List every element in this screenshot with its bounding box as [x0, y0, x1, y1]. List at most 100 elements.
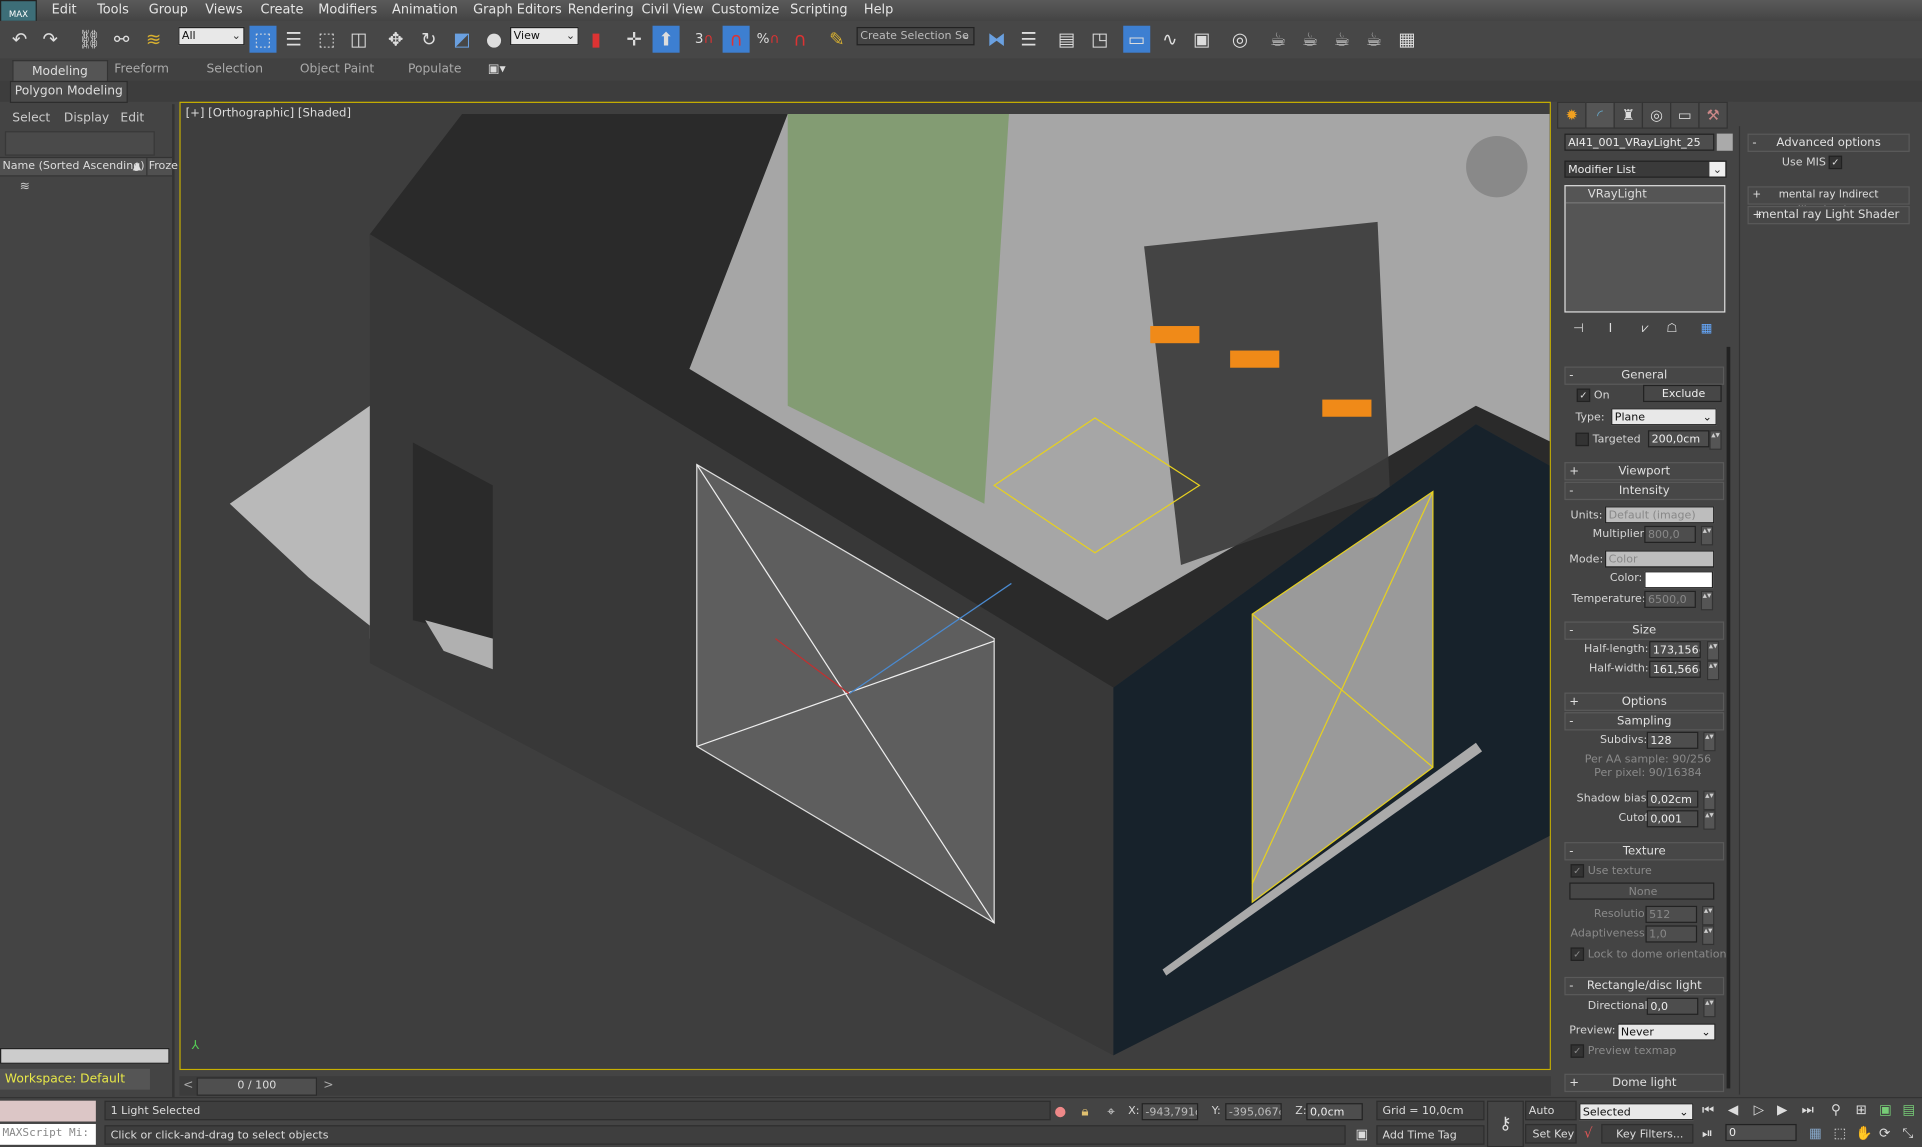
- cutoff-field[interactable]: 0,001: [1646, 810, 1699, 828]
- explorer-search-input[interactable]: [4, 131, 155, 156]
- menu-graph-editors[interactable]: Graph Editors: [473, 2, 562, 17]
- mirror-icon[interactable]: ⧓: [983, 26, 1010, 53]
- layer-stack-icon[interactable]: ≋: [20, 180, 30, 193]
- app-logo[interactable]: MAX: [0, 0, 37, 23]
- material-editor-icon[interactable]: ◎: [1226, 26, 1253, 53]
- ribbon-tab-freeform[interactable]: Freeform: [114, 63, 169, 76]
- toggle-ribbon-icon[interactable]: ▭: [1123, 25, 1151, 53]
- move-icon[interactable]: ✥: [382, 26, 409, 53]
- select-by-name-icon[interactable]: ☰: [280, 26, 307, 53]
- use-mis-checkbox[interactable]: ✓: [1828, 155, 1843, 170]
- undo-icon[interactable]: ↶: [6, 26, 33, 53]
- stack-item-vraylight[interactable]: VRayLight: [1565, 186, 1725, 204]
- menu-civil-view[interactable]: Civil View: [641, 2, 703, 17]
- maxscript-listener-output[interactable]: [0, 1100, 96, 1122]
- snap-toggle-icon[interactable]: 3∩: [691, 26, 718, 53]
- target-distance-field[interactable]: 200,0cm: [1647, 430, 1710, 448]
- menu-scripting[interactable]: Scripting: [790, 2, 847, 17]
- curve-editor-icon[interactable]: ∿: [1156, 26, 1183, 53]
- display-tab-icon[interactable]: ▭: [1670, 101, 1700, 129]
- play-icon[interactable]: ▷: [1754, 1102, 1764, 1118]
- menu-tools[interactable]: Tools: [97, 2, 129, 17]
- menu-edit[interactable]: Edit: [52, 2, 77, 17]
- time-configuration-icon[interactable]: ▦: [1809, 1125, 1822, 1141]
- ribbon-options-icon[interactable]: ▣▾: [488, 63, 506, 76]
- explorer-menu-select[interactable]: Select: [12, 112, 50, 125]
- add-time-tag-button[interactable]: Add Time Tag: [1376, 1125, 1485, 1145]
- texture-map-button[interactable]: None: [1569, 882, 1715, 900]
- preview-texmap-checkbox[interactable]: ✓: [1570, 1044, 1585, 1058]
- half-width-spinner[interactable]: ▴▾: [1706, 660, 1720, 681]
- previous-frame-icon[interactable]: ◀: [1728, 1102, 1738, 1118]
- rollout-texture[interactable]: - Texture: [1564, 842, 1725, 861]
- create-tab-icon[interactable]: ✹: [1557, 101, 1587, 129]
- key-filters-button[interactable]: Key Filters...: [1601, 1123, 1694, 1144]
- adaptiveness-spinner[interactable]: ▴▾: [1702, 925, 1715, 946]
- object-color-swatch[interactable]: [1716, 133, 1733, 151]
- ribbon-tab-object-paint[interactable]: Object Paint: [300, 63, 374, 76]
- menu-views[interactable]: Views: [205, 2, 242, 17]
- go-to-start-icon[interactable]: ⏮: [1702, 1102, 1714, 1119]
- multiplier-spinner[interactable]: ▴▾: [1700, 525, 1714, 546]
- auto-key-button[interactable]: Auto Key: [1525, 1100, 1577, 1137]
- subdivs-spinner[interactable]: ▴▾: [1703, 731, 1716, 752]
- rollout-sampling[interactable]: - Sampling: [1564, 712, 1725, 731]
- x-coordinate-field[interactable]: -943,791cr: [1141, 1103, 1199, 1121]
- rollout-advanced-options[interactable]: - Advanced options: [1747, 133, 1910, 152]
- time-slider[interactable]: 0 / 100: [196, 1077, 318, 1096]
- half-length-field[interactable]: 173,156cı: [1649, 641, 1701, 659]
- z-coordinate-field[interactable]: 0,0cm: [1306, 1103, 1363, 1121]
- half-width-field[interactable]: 161,566cı: [1649, 660, 1701, 678]
- go-to-end-icon[interactable]: ⏭: [1802, 1102, 1814, 1119]
- explorer-menu-display[interactable]: Display: [64, 112, 109, 125]
- adaptiveness-field[interactable]: 1,0: [1645, 925, 1698, 943]
- key-mode-dropdown[interactable]: Selected ⌄: [1579, 1103, 1694, 1121]
- viewport-orthographic[interactable]: ⅄ [+] [Orthographic] [Shaded]: [179, 101, 1551, 1071]
- angle-snap-icon[interactable]: ∩: [722, 25, 750, 53]
- column-frozen[interactable]: Froze: [146, 158, 178, 176]
- hierarchy-tab-icon[interactable]: ♜: [1613, 101, 1644, 129]
- object-name-field[interactable]: AI41_001_VRayLight_25: [1564, 133, 1715, 151]
- light-color-swatch[interactable]: [1644, 571, 1714, 589]
- keyboard-shortcut-icon[interactable]: ⬆: [652, 25, 680, 53]
- resolution-field[interactable]: 512: [1645, 905, 1698, 923]
- render-icon[interactable]: ☕: [1328, 26, 1355, 53]
- render-iterative-icon[interactable]: ☕: [1360, 26, 1387, 53]
- explorer-menu-edit[interactable]: Edit: [120, 112, 144, 125]
- exclude-button[interactable]: Exclude: [1643, 384, 1722, 403]
- bind-space-warp-icon[interactable]: ≋: [140, 26, 167, 53]
- remove-modifier-icon[interactable]: ☖: [1666, 322, 1677, 335]
- preview-dropdown[interactable]: Never ⌄: [1617, 1023, 1716, 1041]
- zoom-region-icon[interactable]: ⬚: [1834, 1125, 1847, 1141]
- rollout-intensity[interactable]: - Intensity: [1564, 481, 1725, 501]
- next-frame-icon[interactable]: ▶: [1777, 1102, 1787, 1118]
- selection-filter-dropdown[interactable]: All ⌄: [178, 26, 245, 46]
- subdivs-field[interactable]: 128: [1646, 731, 1699, 749]
- curve-editor-mini-icon[interactable]: √: [1584, 1125, 1593, 1141]
- current-frame-field[interactable]: 0: [1725, 1123, 1797, 1142]
- reference-coordinate-dropdown[interactable]: View ⌄: [509, 26, 579, 46]
- multiplier-field[interactable]: 800,0: [1644, 525, 1696, 543]
- set-key-mode-icon[interactable]: ⚷: [1486, 1100, 1524, 1147]
- menu-rendering[interactable]: Rendering: [568, 2, 634, 17]
- rollout-options[interactable]: + Options: [1564, 692, 1725, 711]
- rollout-viewport[interactable]: + Viewport: [1564, 462, 1725, 481]
- shadow-bias-field[interactable]: 0,02cm: [1646, 790, 1699, 808]
- pivot-icon[interactable]: ▮: [582, 26, 609, 53]
- named-selection-set-dropdown[interactable]: Create Selection Se ⌄: [856, 26, 975, 46]
- redo-icon[interactable]: ↷: [37, 26, 64, 53]
- orbit-icon[interactable]: ⟳: [1879, 1125, 1890, 1141]
- type-dropdown[interactable]: Plane ⌄: [1611, 408, 1717, 426]
- cutoff-spinner[interactable]: ▴▾: [1703, 810, 1716, 830]
- align-icon[interactable]: ☰: [1015, 26, 1042, 53]
- menu-group[interactable]: Group: [149, 2, 188, 17]
- menu-help[interactable]: Help: [864, 2, 893, 17]
- y-coordinate-field[interactable]: -395,067cr: [1225, 1103, 1282, 1121]
- isolate-selection-icon[interactable]: ●: [1054, 1103, 1066, 1119]
- select-object-icon[interactable]: ⬚: [249, 25, 277, 53]
- pin-stack-icon[interactable]: ⊣: [1573, 322, 1584, 335]
- absolute-mode-icon[interactable]: ⌖: [1107, 1103, 1115, 1120]
- render-cloud-icon[interactable]: ▦: [1394, 26, 1421, 53]
- rollout-size[interactable]: - Size: [1564, 621, 1725, 640]
- rollout-mental-ray-light-shader[interactable]: + mental ray Light Shader: [1747, 205, 1910, 225]
